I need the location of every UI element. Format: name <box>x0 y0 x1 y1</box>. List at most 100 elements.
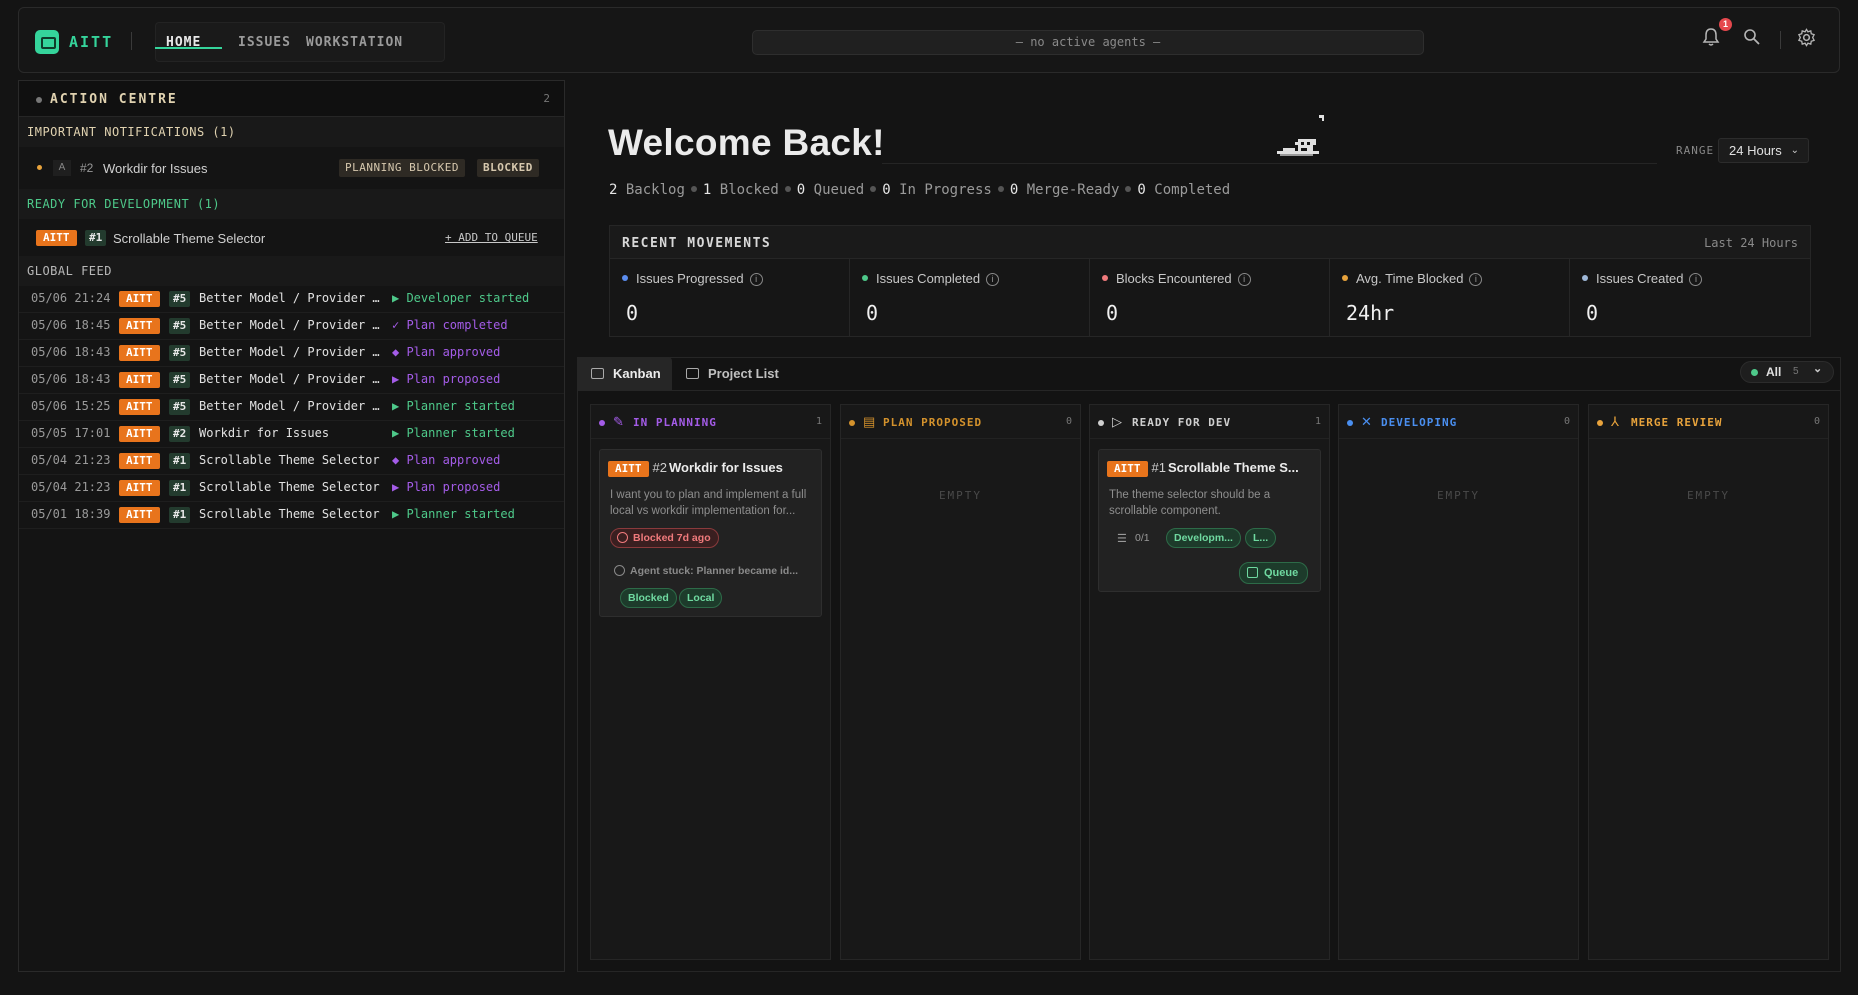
feed-row[interactable]: 05/05 17:01 AITT #2 Workdir for Issues ▶ Pla… <box>19 421 564 448</box>
summary-label: In Progress <box>899 182 992 198</box>
feed-row[interactable]: 05/06 18:45 AITT #5 Better Model / Provider… <box>19 313 564 340</box>
kanban-icon <box>591 368 604 379</box>
separator-dot <box>784 186 791 192</box>
feed-action: ✓ Plan completed <box>392 318 508 332</box>
card-title: AITT #1 Scrollable Theme S... <box>1107 460 1299 477</box>
gear-icon[interactable] <box>1797 28 1816 47</box>
planning-blocked-badge: PLANNING BLOCKED <box>339 159 465 177</box>
column-dot <box>1597 420 1603 426</box>
info-icon[interactable]: i <box>749 273 763 286</box>
issue-title[interactable]: Better Model / Provider Selection <box>199 372 384 386</box>
status-chip: Blocked <box>620 588 677 608</box>
summary-item[interactable]: 2 Backlog <box>609 182 685 198</box>
kanban-column: ✕ DEVELOPING 0 EMPTY <box>1338 404 1579 960</box>
issue-title[interactable]: Workdir for Issues <box>103 161 208 176</box>
tab-kanban[interactable]: Kanban <box>577 357 672 390</box>
info-icon[interactable]: i <box>1237 273 1251 286</box>
column-dot <box>849 420 855 426</box>
issue-title[interactable]: Better Model / Provider Selection <box>199 291 384 305</box>
stat-label: Issues Created i <box>1596 271 1703 286</box>
filter-count: 5 <box>1793 366 1799 377</box>
range-select[interactable]: 24 Hours ⌄ <box>1718 138 1809 163</box>
feed-row[interactable]: 05/06 18:43 AITT #5 Better Model / Provider… <box>19 340 564 367</box>
separator-dot <box>690 186 697 192</box>
task-progress: ☰ 0/1 <box>1117 532 1150 545</box>
stat-label-text: Issues Progressed <box>636 271 744 286</box>
issue-title[interactable]: Scrollable Theme Selector <box>199 507 384 521</box>
tab-project-list[interactable]: Project List <box>672 357 782 390</box>
queue-button[interactable]: Queue <box>1239 562 1309 584</box>
column-title: READY FOR DEV <box>1132 416 1232 429</box>
chevron-down-icon: ⌄ <box>1813 363 1823 375</box>
ready-item[interactable]: AITT #1 Scrollable Theme Selector + ADD … <box>19 221 564 255</box>
issue-title[interactable]: Better Model / Provider Selection <box>199 345 384 359</box>
issue-card[interactable]: AITT #2 Workdir for Issues I want you to pl… <box>599 449 822 617</box>
nav-workstation[interactable]: WORKSTATION <box>306 35 403 50</box>
issue-number: #1 <box>169 507 191 523</box>
feed-action: ▶ Planner started <box>392 399 515 413</box>
summary-item[interactable]: 1 Blocked <box>703 182 779 198</box>
summary-item[interactable]: 0 Merge-Ready <box>1010 182 1120 198</box>
stat-label-text: Blocks Encountered <box>1116 271 1232 286</box>
bell-icon[interactable] <box>1702 27 1720 47</box>
feed-action: ◆ Plan approved <box>392 345 501 359</box>
issue-number: #1 <box>169 480 191 496</box>
task-progress-text: 0/1 <box>1135 532 1150 544</box>
filter-select[interactable]: All 5 ⌄ <box>1740 361 1834 383</box>
feed-action: ▶ Plan proposed <box>392 480 501 494</box>
card-description: The theme selector should be a scrollabl… <box>1109 489 1271 517</box>
stat-card: Blocks Encountered i 0 <box>1090 259 1330 337</box>
feed-row[interactable]: 05/01 18:39 AITT #1 Scrollable Theme Select… <box>19 502 564 529</box>
project-tag: AITT <box>1107 461 1148 477</box>
brand-name[interactable]: AITT <box>69 33 113 51</box>
card-title: AITT #2 Workdir for Issues <box>608 460 783 477</box>
column-title: PLAN PROPOSED <box>883 416 983 429</box>
ready-for-development-header[interactable]: READY FOR DEVELOPMENT (1) <box>19 189 564 219</box>
stat-dot <box>862 275 868 281</box>
stat-dot <box>1342 275 1348 281</box>
issue-number: #5 <box>169 318 191 334</box>
issue-title[interactable]: Better Model / Provider Selection <box>199 399 384 413</box>
issue-title[interactable]: Workdir for Issues <box>199 426 384 440</box>
unread-dot <box>37 165 42 170</box>
issue-title[interactable]: Better Model / Provider Selection <box>199 318 384 332</box>
blocked-badge: BLOCKED <box>477 159 539 177</box>
issue-title[interactable]: Scrollable Theme Selector <box>199 480 384 494</box>
important-notifications-header[interactable]: IMPORTANT NOTIFICATIONS (1) <box>19 117 564 147</box>
add-to-queue-button[interactable]: + ADD TO QUEUE <box>445 231 538 244</box>
aitt-logo-icon[interactable] <box>35 30 59 54</box>
feed-row[interactable]: 05/04 21:23 AITT #1 Scrollable Theme Select… <box>19 448 564 475</box>
summary-label: Backlog <box>625 182 685 198</box>
feed-date: 05/06 18:45 <box>31 318 111 332</box>
stat-card: Issues Created i 0 <box>1570 259 1810 337</box>
action-centre-header: ACTION CENTRE 2 <box>19 81 564 117</box>
issue-title: Scrollable Theme S... <box>1167 460 1299 475</box>
queue-label: Queue <box>1264 567 1299 579</box>
stat-value: 0 <box>1586 301 1599 325</box>
feed-row[interactable]: 05/06 18:43 AITT #5 Better Model / Provider… <box>19 367 564 394</box>
filter-label: All <box>1766 365 1782 379</box>
separator-dot <box>870 186 877 192</box>
notification-badge: 1 <box>1719 18 1732 31</box>
summary-item[interactable]: 0 Completed <box>1137 182 1230 198</box>
info-icon[interactable]: i <box>986 273 1000 286</box>
search-icon[interactable] <box>1743 28 1761 46</box>
stat-value: 0 <box>626 301 639 325</box>
info-icon[interactable]: i <box>1689 273 1703 286</box>
stat-value: 0 <box>1106 301 1119 325</box>
important-notification-item[interactable]: A #2 Workdir for Issues PLANNING BLOCKED… <box>19 151 564 185</box>
issue-card[interactable]: AITT #1 Scrollable Theme S... The theme sel… <box>1098 449 1321 592</box>
feed-row[interactable]: 05/06 15:25 AITT #5 Better Model / Provider… <box>19 394 564 421</box>
summary-item[interactable]: 0 Queued <box>797 182 864 198</box>
issue-title[interactable]: Scrollable Theme Selector <box>199 453 384 467</box>
nav-issues[interactable]: ISSUES <box>238 35 291 50</box>
issue-title[interactable]: Scrollable Theme Selector <box>113 231 265 246</box>
column-title: MERGE REVIEW <box>1631 416 1723 429</box>
info-icon[interactable]: i <box>1469 273 1483 286</box>
feed-row[interactable]: 05/06 21:24 AITT #5 Better Model / Provider… <box>19 286 564 313</box>
issue-number: #5 <box>169 399 191 415</box>
summary-item[interactable]: 0 In Progress <box>882 182 992 198</box>
tab-project-list-label: Project List <box>708 366 779 381</box>
feed-row[interactable]: 05/04 21:23 AITT #1 Scrollable Theme Select… <box>19 475 564 502</box>
agents-status-bar[interactable]: — no active agents — <box>752 30 1424 55</box>
